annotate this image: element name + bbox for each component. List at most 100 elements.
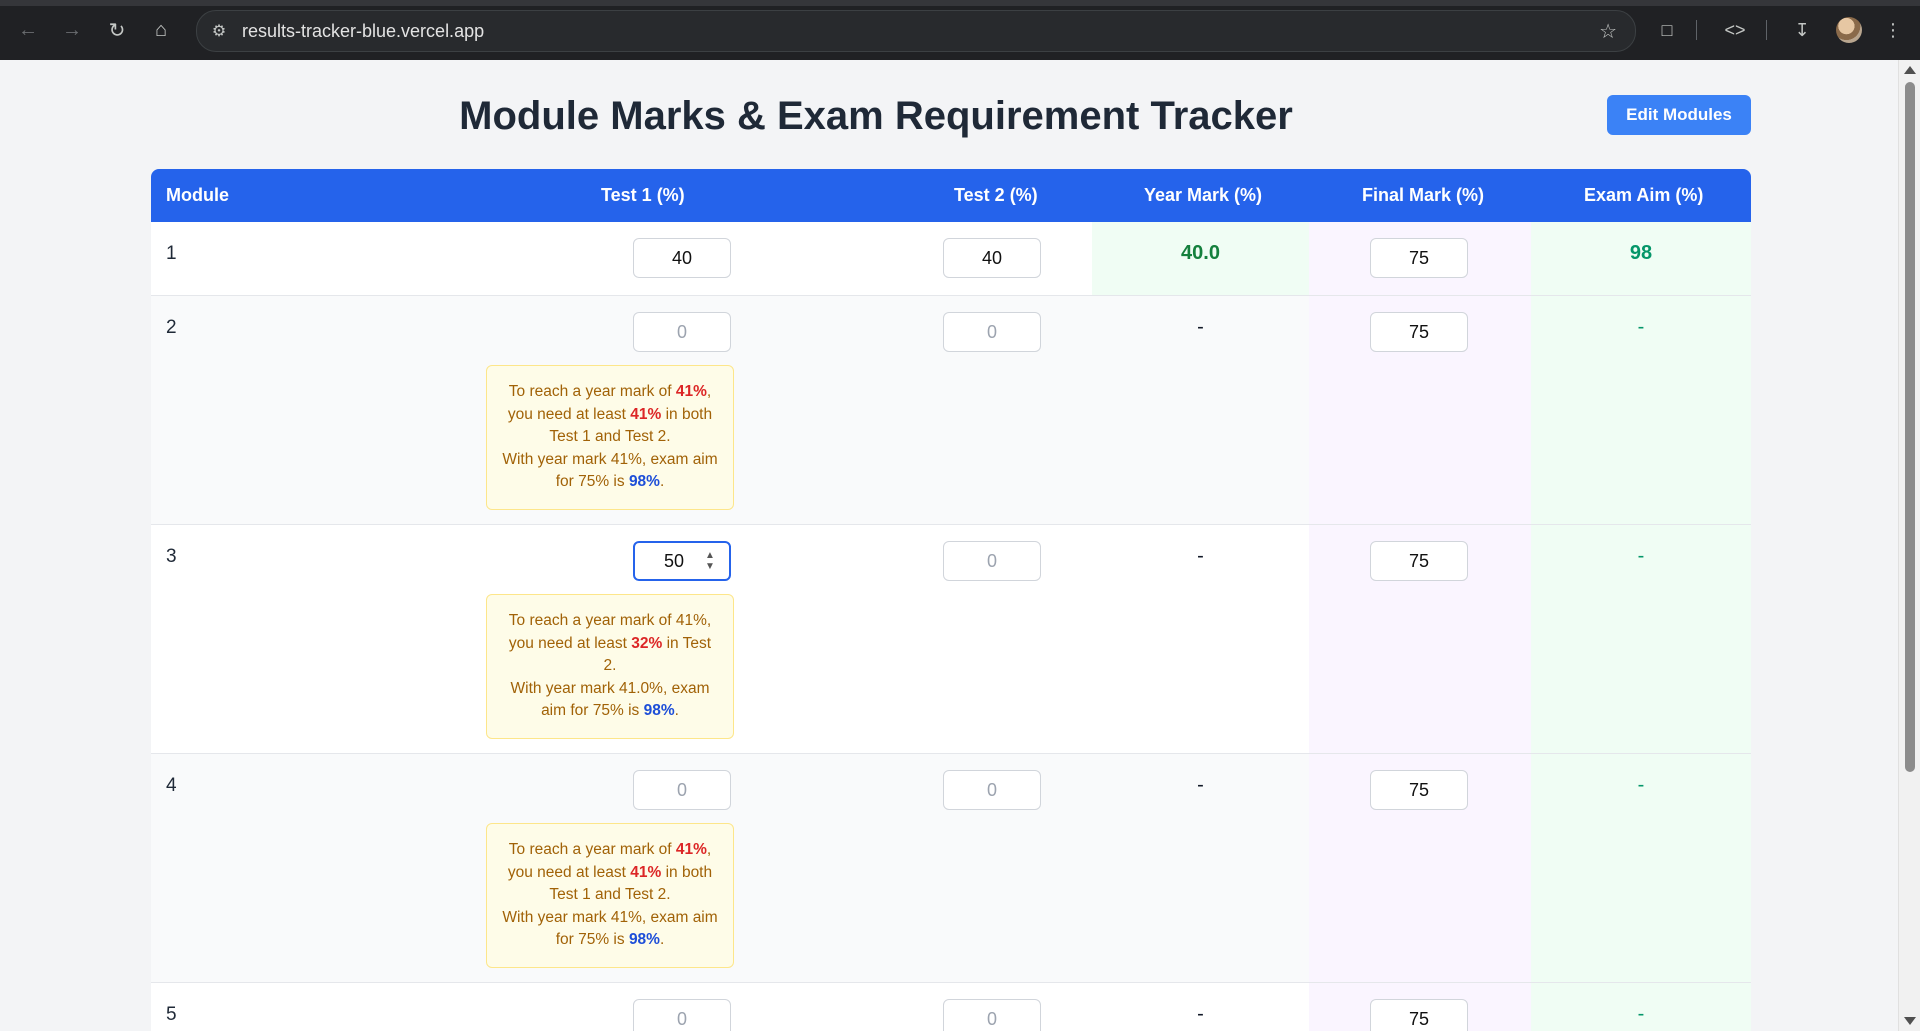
note-exam-aim: 98% (643, 702, 675, 719)
note-text: To reach a year mark of 41%, (508, 612, 712, 629)
download-icon[interactable]: ↧ (1787, 15, 1817, 45)
final-mark-input[interactable]: 75 (1370, 541, 1468, 581)
browser-toolbar: ← → ↻ ⌂ ⚙ results-tracker-blue.vercel.ap… (0, 0, 1920, 61)
test1-input[interactable]: 50 ▲ ▼ (633, 541, 731, 581)
note-highlight: 41% (675, 841, 707, 858)
test1-input[interactable]: 0 (633, 770, 731, 810)
edit-modules-button[interactable]: Edit Modules (1607, 95, 1751, 135)
requirement-note: To reach a year mark of 41%, you need at… (486, 594, 734, 739)
module-label: 5 (166, 1004, 177, 1025)
exam-aim-value: - (1637, 316, 1645, 338)
scrollbar-thumb[interactable] (1905, 82, 1915, 772)
note-text: , (706, 841, 712, 858)
year-mark-value: - (1197, 316, 1204, 338)
note-text: in both (661, 863, 713, 881)
scroll-down-icon[interactable] (1904, 1017, 1916, 1025)
test1-input[interactable]: 0 (633, 312, 731, 352)
test1-input[interactable]: 40 (633, 238, 731, 278)
note-text: . (659, 931, 665, 948)
table-row: 2 0 0 - 75 - To reach a year mark of 41%… (151, 296, 1751, 525)
note-text: aim for 75% is (541, 702, 644, 719)
test2-input[interactable]: 0 (943, 770, 1041, 810)
toolbar-divider (1766, 20, 1767, 40)
table-row: 4 0 0 - 75 - To reach a year mark of 41%… (151, 754, 1751, 983)
url-text[interactable]: results-tracker-blue.vercel.app (242, 21, 484, 42)
site-settings-icon[interactable]: ⚙ (207, 19, 231, 43)
test2-input[interactable]: 40 (943, 238, 1041, 278)
table-row: 5 0 0 - 75 - (151, 983, 1751, 1031)
note-text: With year mark 41%, exam aim (502, 450, 718, 468)
note-text: in Test (662, 634, 712, 652)
devtools-code-icon[interactable]: <> (1720, 15, 1750, 45)
header-year-mark: Year Mark (%) (1144, 185, 1263, 205)
note-exam-aim: 98% (628, 473, 660, 490)
module-label: 1 (166, 243, 177, 264)
table-row: 3 50 ▲ ▼ 0 - 75 - To reach a year mark of… (151, 525, 1751, 754)
final-mark-input[interactable]: 75 (1370, 238, 1468, 278)
year-mark-value: 40.0 (1181, 242, 1220, 264)
bookmark-star-icon[interactable]: ☆ (1599, 19, 1617, 44)
year-mark-value: - (1197, 774, 1204, 796)
test2-input[interactable]: 0 (943, 312, 1041, 352)
note-highlight: 41% (675, 383, 707, 400)
test2-input[interactable]: 0 (943, 541, 1041, 581)
scroll-up-icon[interactable] (1904, 66, 1916, 74)
final-mark-input[interactable]: 75 (1370, 312, 1468, 352)
exam-aim-value: - (1637, 774, 1645, 796)
number-spinner-icon[interactable]: ▲ ▼ (705, 550, 717, 572)
exam-aim-value: 98 (1629, 242, 1653, 264)
extensions-icon[interactable]: □ (1652, 15, 1682, 45)
forward-icon[interactable]: → (57, 15, 87, 45)
note-text: in both (661, 405, 713, 423)
final-mark-input[interactable]: 75 (1370, 770, 1468, 810)
module-label: 3 (166, 546, 177, 567)
year-mark-value: - (1197, 545, 1204, 567)
note-text: you need at least (508, 634, 632, 652)
note-text: . (674, 702, 679, 719)
year-mark-value: - (1197, 1003, 1204, 1025)
note-text: you need at least (507, 405, 631, 423)
note-text: To reach a year mark of (508, 383, 676, 400)
toolbar-divider (1696, 20, 1697, 40)
test2-input[interactable]: 0 (943, 999, 1041, 1031)
tab-strip (0, 0, 1920, 6)
header-final-mark: Final Mark (%) (1362, 185, 1485, 205)
more-menu-icon[interactable]: ⋮ (1878, 15, 1908, 45)
exam-aim-value: - (1637, 545, 1645, 567)
note-text: for 75% is (555, 931, 629, 948)
header-exam-aim: Exam Aim (%) (1584, 185, 1704, 205)
note-text: , (706, 383, 712, 400)
note-text: 2. (603, 657, 617, 674)
requirement-note: To reach a year mark of 41%, you need at… (486, 365, 734, 510)
note-text: you need at least (507, 863, 631, 881)
home-icon[interactable]: ⌂ (146, 15, 176, 45)
address-bar[interactable]: ⚙ results-tracker-blue.vercel.app ☆ (196, 10, 1636, 52)
note-highlight: 41% (630, 405, 662, 423)
note-text: To reach a year mark of (508, 841, 676, 858)
test1-value: 50 (664, 551, 685, 571)
vertical-scrollbar[interactable] (1898, 60, 1920, 1031)
requirement-note: To reach a year mark of 41%, you need at… (486, 823, 734, 968)
note-highlight: 41% (630, 863, 662, 881)
module-label: 2 (166, 317, 177, 338)
module-label: 4 (166, 775, 177, 796)
page-content: Module Marks & Exam Requirement Tracker … (0, 60, 1898, 1031)
note-text: With year mark 41.0%, exam (510, 679, 710, 697)
note-highlight: 32% (631, 634, 663, 652)
note-exam-aim: 98% (628, 931, 660, 948)
note-text: Test 1 and Test 2. (549, 886, 671, 903)
table-row: 1 40 40 40.0 75 98 (151, 222, 1751, 296)
profile-avatar[interactable] (1836, 17, 1862, 43)
back-icon[interactable]: ← (13, 15, 43, 45)
page-title: Module Marks & Exam Requirement Tracker (459, 94, 1293, 138)
header-test2: Test 2 (%) (954, 185, 1038, 205)
note-text: With year mark 41%, exam aim (502, 908, 718, 926)
reload-icon[interactable]: ↻ (102, 15, 132, 45)
modules-table: Module Test 1 (%) Test 2 (%) Year Mark (… (151, 169, 1751, 1031)
final-mark-input[interactable]: 75 (1370, 999, 1468, 1031)
note-text: for 75% is (555, 473, 629, 490)
table-header: Module Test 1 (%) Test 2 (%) Year Mark (… (151, 169, 1751, 222)
header-test1: Test 1 (%) (601, 185, 685, 205)
test1-input[interactable]: 0 (633, 999, 731, 1031)
note-text: Test 1 and Test 2. (549, 428, 671, 445)
